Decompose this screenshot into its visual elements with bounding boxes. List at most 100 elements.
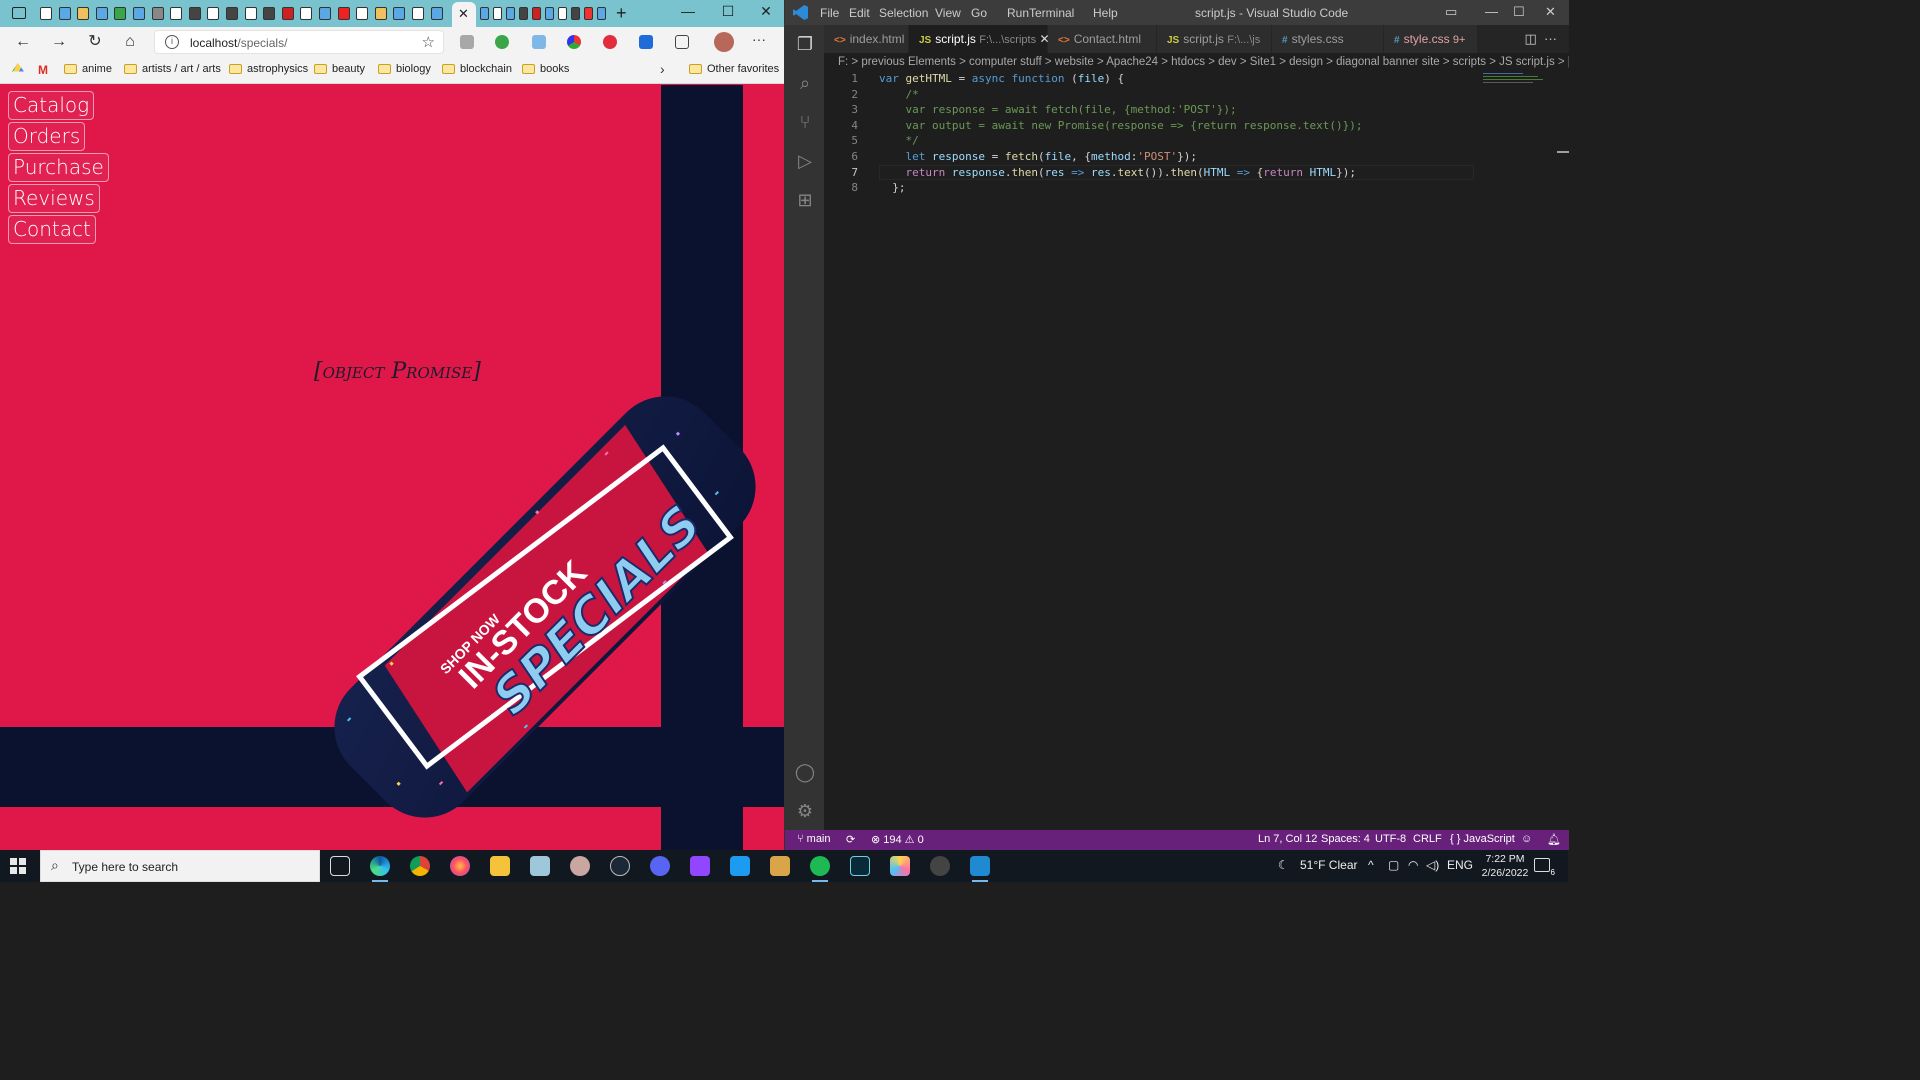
unity-icon[interactable] [930,856,950,876]
pinned-tab-favicon[interactable] [300,7,313,20]
menu-run[interactable]: Run [1007,6,1029,20]
pinned-tab-favicon[interactable] [170,7,183,20]
pinned-tab-favicon[interactable] [114,7,127,20]
pinned-tab-favicon[interactable] [151,7,164,20]
tray-overflow-icon[interactable]: ^ [1368,858,1374,872]
pinned-tab-favicon[interactable] [493,7,502,20]
input-language[interactable]: ENG [1447,858,1473,872]
pinned-tab-favicon[interactable] [226,7,238,20]
gmail-bookmark-icon[interactable]: M [38,63,48,77]
specials-banner[interactable]: SHOP NOW IN-STOCK SPECIALS [0,85,784,850]
encoding[interactable]: UTF-8 [1375,833,1406,845]
close-tab-icon[interactable]: ✕ [458,6,469,22]
cursor-position[interactable]: Ln 7, Col 12 [1258,833,1317,845]
home-icon[interactable]: ⌂ [119,32,141,52]
forward-icon[interactable]: → [48,32,70,52]
extension-color-icon[interactable] [567,35,581,49]
wifi-icon[interactable]: ◠ [1408,858,1418,872]
maximize-button[interactable]: ☐ [718,3,738,20]
chrome-icon[interactable] [410,856,430,876]
editor-tab[interactable]: JS script.js F:\...\js [1157,25,1272,53]
pinned-tab-favicon[interactable] [58,7,71,20]
extensions-puzzle-icon[interactable] [675,35,689,49]
menu-terminal[interactable]: Terminal [1029,6,1074,20]
bookmark-folder[interactable]: anime [64,63,112,75]
extensions-icon[interactable]: ⊞ [794,189,816,211]
pinned-tab-favicon[interactable] [244,7,257,20]
favorite-star-icon[interactable]: ☆ [422,33,435,51]
sync-icon[interactable]: ⟳ [846,833,855,846]
app-icon[interactable] [530,856,550,876]
pen-app-icon[interactable] [770,856,790,876]
tab-actions-icon[interactable] [12,7,26,19]
taskbar-search-box[interactable]: ⌕ Type here to search [40,850,320,882]
menu-go[interactable]: Go [971,6,987,20]
explorer-icon[interactable]: ❐ [794,33,816,55]
clock[interactable]: 7:22 PM 2/26/2022 [1480,852,1530,880]
pinned-tab-favicon[interactable] [40,7,52,20]
pinned-tab-favicon[interactable] [558,7,567,20]
editor-tab[interactable]: <> index.html [824,25,909,53]
more-options-icon[interactable]: ··· [752,31,766,47]
windows-start-icon[interactable] [10,858,26,874]
pinned-tab-favicon[interactable] [584,7,593,20]
bookmark-folder[interactable]: biology [378,63,431,75]
twitch-icon[interactable] [690,856,710,876]
pinned-tab-favicon[interactable] [374,7,387,20]
menu-selection[interactable]: Selection [879,6,928,20]
pinned-tab-favicon[interactable] [133,7,145,20]
adblock-icon[interactable] [603,35,617,49]
weather-text[interactable]: 51°F Clear [1300,858,1358,872]
split-editor-icon[interactable]: ◫ ··· [1525,31,1558,47]
notification-center-icon[interactable]: 6 [1534,858,1555,877]
address-bar[interactable]: i localhost/specials/ ☆ [154,30,444,54]
discord-icon[interactable] [650,856,670,876]
task-view-icon[interactable] [330,856,350,876]
editor-tab[interactable]: # style.css 9+ [1384,25,1478,53]
chevron-right-icon[interactable]: › [660,61,665,77]
settings-gear-icon[interactable]: ⚙ [794,800,816,822]
line-ending[interactable]: CRLF [1413,833,1442,845]
pinned-tab-favicon[interactable] [545,7,554,20]
refresh-icon[interactable]: ↻ [84,32,106,52]
twitter-icon[interactable] [730,856,750,876]
indentation[interactable]: Spaces: 4 [1321,833,1370,845]
language-mode[interactable]: { } JavaScript [1450,833,1515,845]
close-window-button[interactable]: ✕ [756,3,776,20]
app-icon[interactable] [890,856,910,876]
bookmark-folder[interactable]: artists / art / arts [124,63,221,75]
profile-avatar[interactable] [714,32,734,52]
pinned-tab-favicon[interactable] [412,7,424,20]
notifications-bell-icon[interactable]: 🔔︎ [1547,833,1561,846]
branch-indicator[interactable]: ⑂ main [797,833,831,845]
run-debug-icon[interactable]: ▷ [794,150,816,172]
extension-green-icon[interactable] [495,35,509,49]
problems-indicator[interactable]: ⊗ 194 ⚠ 0 [871,833,924,846]
terminal-app-icon[interactable] [850,856,870,876]
bookmark-folder[interactable]: books [522,63,569,75]
menu-view[interactable]: View [935,6,961,20]
menu-file[interactable]: File [820,6,839,20]
feedback-icon[interactable]: ☺ [1521,833,1532,845]
pinned-tab-favicon[interactable] [77,7,90,20]
back-icon[interactable]: ← [12,32,34,52]
weather-icon[interactable]: ☾ [1278,858,1289,872]
pinned-tab-favicon[interactable] [281,7,294,20]
pinned-tab-favicon[interactable] [337,7,350,20]
menu-edit[interactable]: Edit [849,6,870,20]
search-icon[interactable]: ⌕ [794,72,816,94]
source-control-icon[interactable]: ⑂ [794,111,816,133]
close-window-button[interactable]: ✕ [1545,4,1556,20]
editor-tab[interactable]: # styles.css [1272,25,1384,53]
tab-active[interactable]: ✕ [452,2,476,27]
pinned-tab-favicon[interactable] [188,7,201,20]
collections-icon[interactable] [460,35,474,49]
pinned-tab-favicon[interactable] [263,7,276,20]
firefox-icon[interactable] [450,856,470,876]
extension-translate-icon[interactable] [532,35,546,49]
pinned-tab-favicon[interactable] [597,7,606,20]
minimize-button[interactable]: — [1485,4,1498,19]
pinned-tab-favicon[interactable] [506,7,515,20]
bookmark-folder[interactable]: beauty [314,63,365,75]
bookmark-folder[interactable]: blockchain [442,63,512,75]
